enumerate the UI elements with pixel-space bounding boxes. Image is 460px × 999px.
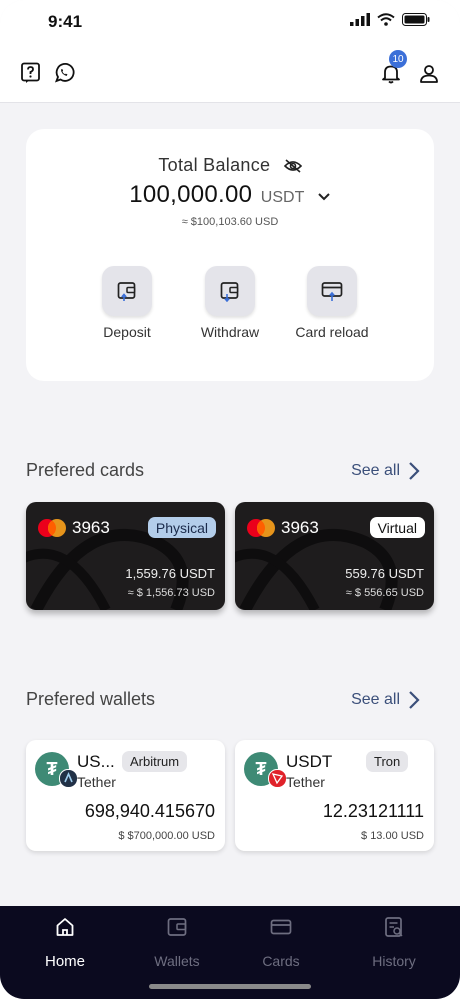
wallet-symbol: USDT — [286, 752, 333, 771]
app-screen: 9:41 10 Total Balance 100,000.00 USDT ≈ … — [0, 0, 460, 999]
card-balance: 559.76 USDT — [345, 566, 424, 581]
wallet-out-icon — [220, 282, 239, 302]
wallet-balance: 12.23121111 — [322, 801, 424, 821]
status-bar: 9:41 — [0, 0, 460, 44]
balance-currency[interactable]: USDT — [261, 189, 305, 206]
status-time: 9:41 — [48, 12, 83, 31]
card-reload-label: Card reload — [295, 324, 369, 340]
balance-amount: 100,000.00 USDT — [26, 181, 434, 209]
withdraw-icon-button[interactable] — [205, 266, 255, 316]
see-all-cards-link[interactable]: See all — [351, 461, 420, 481]
deposit-button[interactable]: Deposit — [72, 266, 182, 340]
card-type-badge: Physical — [147, 517, 216, 538]
home-icon — [56, 918, 74, 936]
signal-icon — [350, 13, 370, 26]
chevron-right-icon[interactable] — [408, 690, 420, 710]
tab-cards-label: Cards — [262, 953, 300, 969]
balance-usd: ≈ $100,103.60 USD — [181, 216, 279, 228]
card-reload-button[interactable]: Card reload — [277, 266, 387, 340]
card-last-digits: 3963 — [281, 518, 319, 537]
notifications-button[interactable]: 10 — [380, 50, 407, 84]
card-icon — [270, 919, 292, 935]
tab-cards[interactable]: Cards — [236, 916, 326, 969]
wallet-balance-usd: $ 13.00 USD — [361, 830, 424, 842]
balance-value: 100,000.00 — [129, 181, 253, 208]
top-bar: 10 — [0, 44, 460, 103]
tab-home[interactable]: Home — [20, 916, 110, 970]
network-badge: Arbitrum — [122, 751, 188, 772]
wallet-card-arbitrum[interactable]: ₮ US... Tether Arbitrum 698,940.415670 $… — [26, 740, 225, 851]
home-indicator[interactable] — [149, 984, 311, 989]
wallet-symbol: US... — [77, 752, 115, 771]
wifi-icon — [377, 13, 395, 26]
whatsapp-icon[interactable] — [53, 62, 75, 84]
history-icon — [385, 917, 403, 937]
withdraw-label: Withdraw — [200, 324, 260, 340]
card-reload-icon-button[interactable] — [307, 266, 357, 316]
card-last-digits: 3963 — [72, 518, 110, 537]
tab-home-label: Home — [44, 953, 85, 970]
wallet-balance: 698,940.415670 — [84, 801, 215, 821]
card-type-badge: Virtual — [369, 517, 425, 538]
mastercard-icon — [247, 519, 275, 537]
wallet-card-tron[interactable]: ₮ USDT Tether Tron 12.23121111 $ 13.00 U… — [235, 740, 434, 851]
profile-icon[interactable] — [418, 63, 440, 85]
preferred-wallets-title: Prefered wallets — [26, 689, 156, 709]
chevron-down-icon[interactable] — [317, 192, 331, 202]
card-reload-icon — [321, 282, 343, 301]
wallet-icon — [167, 918, 187, 936]
arbitrum-icon — [59, 769, 78, 788]
deposit-label: Deposit — [103, 324, 151, 340]
wallet-name: Tether — [286, 774, 325, 790]
chevron-right-icon[interactable] — [408, 461, 420, 481]
mastercard-icon — [38, 519, 66, 537]
wallet-balance-usd: $ $700,000.00 USD — [118, 830, 215, 842]
tab-history-label: History — [372, 953, 416, 969]
physical-card[interactable]: 3963 Physical 1,559.76 USDT ≈ $ 1,556.73… — [26, 502, 225, 610]
wallet-in-icon — [117, 282, 136, 301]
withdraw-button[interactable]: Withdraw — [175, 266, 285, 340]
total-balance-label: Total Balance — [26, 155, 434, 176]
card-balance-usd: ≈ $ 1,556.73 USD — [127, 587, 215, 599]
card-balance-usd: ≈ $ 556.65 USD — [345, 587, 424, 599]
deposit-icon-button[interactable] — [102, 266, 152, 316]
preferred-cards-title: Prefered cards — [26, 460, 145, 480]
status-icons — [350, 13, 430, 26]
network-badge: Tron — [366, 751, 409, 772]
help-icon[interactable] — [20, 62, 42, 84]
virtual-card[interactable]: 3963 Virtual 559.76 USDT ≈ $ 556.65 USD — [235, 502, 434, 610]
tab-wallets[interactable]: Wallets — [132, 916, 222, 969]
tab-wallets-label: Wallets — [154, 953, 200, 969]
battery-icon — [402, 13, 430, 26]
wallet-name: Tether — [77, 774, 116, 790]
tron-icon — [268, 769, 287, 788]
tab-history[interactable]: History — [349, 916, 439, 969]
balance-card: Total Balance 100,000.00 USDT ≈ $100,103… — [26, 129, 434, 381]
card-balance: 1,559.76 USDT — [125, 566, 215, 581]
hide-balance-icon[interactable] — [283, 159, 302, 173]
see-all-wallets-link[interactable]: See all — [351, 690, 420, 710]
notification-badge: 10 — [389, 50, 407, 68]
